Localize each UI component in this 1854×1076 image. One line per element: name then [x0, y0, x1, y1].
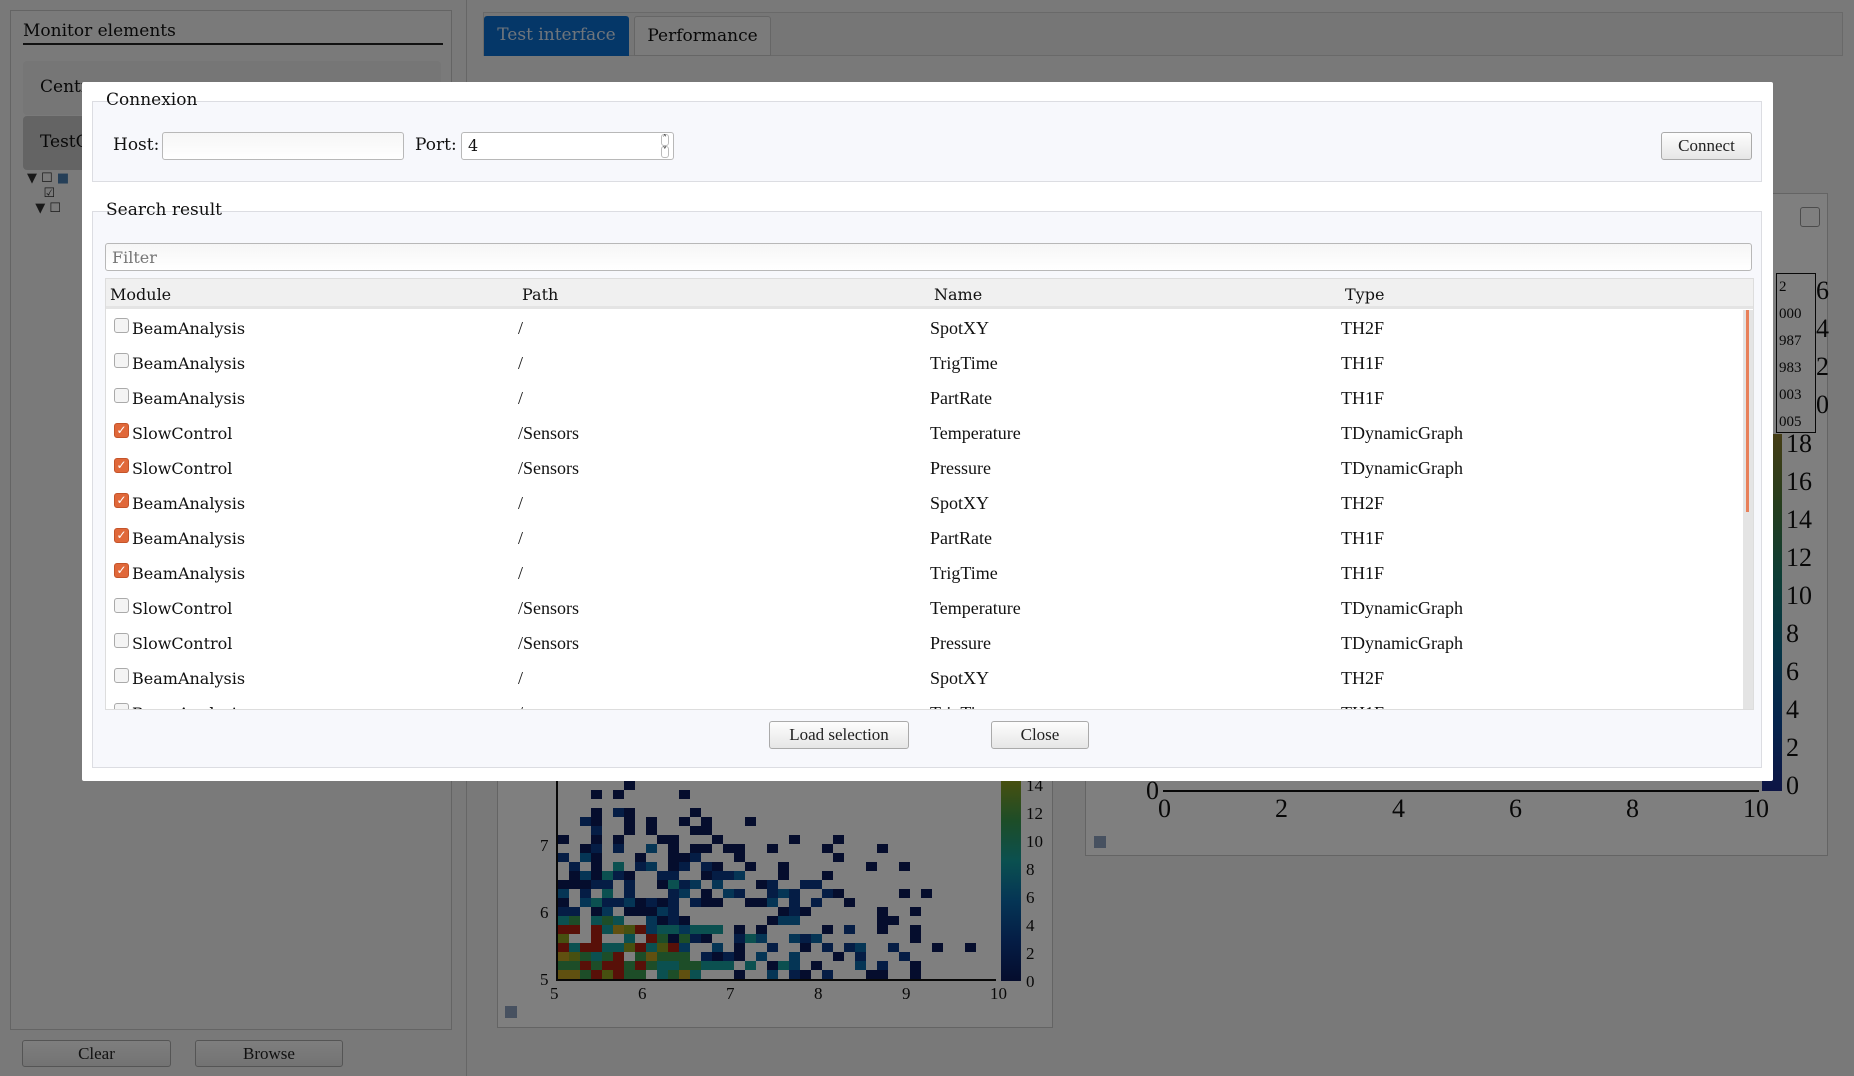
row-checkbox[interactable] — [114, 703, 129, 709]
table-row[interactable]: ✓ BeamAnalysis / SpotXY TH2F — [106, 485, 1753, 520]
table-row[interactable]: BeamAnalysis / SpotXY TH2F — [106, 660, 1753, 695]
cell-path: / — [518, 668, 524, 688]
table-row[interactable]: ✓ BeamAnalysis / TrigTime TH1F — [106, 555, 1753, 590]
cell-name: TrigTime — [930, 563, 998, 583]
search-result-group: Search result Module Path Name Type Beam… — [92, 200, 1762, 768]
cell-module: BeamAnalysis — [132, 319, 246, 338]
cell-type: TH1F — [1341, 563, 1385, 583]
cell-path: /Sensors — [518, 423, 580, 443]
table-row[interactable]: SlowControl /Sensors Pressure TDynamicGr… — [106, 625, 1753, 660]
cell-name: Temperature — [930, 423, 1021, 443]
cell-module: BeamAnalysis — [132, 704, 245, 709]
filter-input[interactable] — [105, 243, 1752, 271]
row-checkbox[interactable]: ✓ — [114, 423, 129, 438]
cell-name: TrigTime — [930, 353, 998, 373]
cell-path: / — [518, 318, 524, 338]
spin-up-icon[interactable]: ˄ — [660, 134, 669, 146]
spin-down-icon[interactable]: ˅ — [660, 146, 669, 158]
cell-path: / — [518, 563, 524, 583]
cell-type: TH2F — [1341, 668, 1385, 688]
connexion-legend: Connexion — [106, 90, 198, 110]
cell-module: SlowControl — [132, 424, 233, 443]
cell-type: TDynamicGraph — [1341, 633, 1463, 653]
port-spinbox[interactable]: 4 ˄ ˅ — [461, 132, 674, 160]
cell-name: SpotXY — [930, 493, 990, 513]
port-label: Port: — [415, 135, 457, 155]
table-header: Module Path Name Type — [106, 279, 1753, 309]
cell-path: / — [518, 493, 524, 513]
close-button[interactable]: Close — [991, 721, 1089, 749]
cell-module: BeamAnalysis — [132, 389, 246, 408]
cell-module: BeamAnalysis — [132, 669, 246, 688]
table-row[interactable]: SlowControl /Sensors Temperature TDynami… — [106, 590, 1753, 625]
results-table: Module Path Name Type BeamAnalysis / Spo… — [105, 278, 1754, 710]
cell-type: TH2F — [1341, 493, 1385, 513]
table-row[interactable]: BeamAnalysis / TrigTime TH1F — [106, 695, 1753, 709]
row-checkbox[interactable] — [114, 668, 129, 683]
cell-name: SpotXY — [930, 318, 990, 338]
search-result-legend: Search result — [106, 200, 222, 220]
table-row[interactable]: BeamAnalysis / PartRate TH1F — [106, 380, 1753, 415]
port-value: 4 — [468, 136, 479, 155]
cell-module: BeamAnalysis — [132, 494, 246, 513]
connexion-group: Connexion Host: Port: 4 ˄ ˅ Connect — [92, 90, 1762, 182]
cell-path: / — [518, 388, 524, 408]
cell-path: /Sensors — [518, 458, 580, 478]
row-checkbox[interactable]: ✓ — [114, 493, 129, 508]
cell-path: /Sensors — [518, 633, 580, 653]
row-checkbox[interactable] — [114, 388, 129, 403]
cell-name: PartRate — [930, 388, 992, 408]
cell-name: Pressure — [930, 633, 991, 653]
cell-type: TH1F — [1341, 528, 1385, 548]
cell-module: SlowControl — [132, 634, 233, 653]
table-row[interactable]: ✓ SlowControl /Sensors Pressure TDynamic… — [106, 450, 1753, 485]
cell-name: PartRate — [930, 528, 992, 548]
row-checkbox[interactable] — [114, 598, 129, 613]
cell-module: BeamAnalysis — [132, 354, 246, 373]
cell-type: TH1F — [1341, 388, 1385, 408]
cell-type: TH1F — [1341, 353, 1385, 373]
table-body: BeamAnalysis / SpotXY TH2F BeamAnalysis … — [106, 310, 1736, 709]
row-checkbox[interactable] — [114, 633, 129, 648]
cell-path: /Sensors — [518, 598, 580, 618]
cell-type: TDynamicGraph — [1341, 423, 1463, 443]
cell-path: / — [518, 703, 523, 709]
load-selection-button[interactable]: Load selection — [769, 721, 909, 749]
cell-module: SlowControl — [132, 459, 233, 478]
cell-type: TH1F — [1341, 703, 1384, 709]
scrollbar[interactable] — [1743, 310, 1753, 709]
cell-module: BeamAnalysis — [132, 564, 246, 583]
table-row[interactable]: ✓ SlowControl /Sensors Temperature TDyna… — [106, 415, 1753, 450]
cell-name: Temperature — [930, 598, 1021, 618]
connect-button[interactable]: Connect — [1661, 132, 1752, 160]
cell-name: Pressure — [930, 458, 991, 478]
cell-path: / — [518, 353, 524, 373]
row-checkbox[interactable]: ✓ — [114, 528, 129, 543]
row-checkbox[interactable]: ✓ — [114, 563, 129, 578]
scrollbar-thumb[interactable] — [1746, 310, 1749, 512]
row-checkbox[interactable]: ✓ — [114, 458, 129, 473]
cell-type: TDynamicGraph — [1341, 598, 1463, 618]
table-row[interactable]: ✓ BeamAnalysis / PartRate TH1F — [106, 520, 1753, 555]
column-header-type[interactable]: Type — [1345, 285, 1384, 304]
column-header-path[interactable]: Path — [522, 285, 558, 304]
cell-module: SlowControl — [132, 599, 233, 618]
cell-module: BeamAnalysis — [132, 529, 246, 548]
table-row[interactable]: BeamAnalysis / SpotXY TH2F — [106, 310, 1753, 345]
cell-path: / — [518, 528, 524, 548]
cell-name: SpotXY — [930, 668, 990, 688]
host-label: Host: — [113, 135, 160, 155]
column-header-module[interactable]: Module — [110, 285, 171, 304]
row-checkbox[interactable] — [114, 353, 129, 368]
host-input[interactable] — [162, 132, 404, 160]
table-row[interactable]: BeamAnalysis / TrigTime TH1F — [106, 345, 1753, 380]
browse-dialog: Connexion Host: Port: 4 ˄ ˅ Connect Sear… — [82, 82, 1773, 781]
row-checkbox[interactable] — [114, 318, 129, 333]
cell-type: TH2F — [1341, 318, 1385, 338]
cell-type: TDynamicGraph — [1341, 458, 1463, 478]
cell-name: TrigTime — [930, 703, 998, 709]
column-header-name[interactable]: Name — [934, 285, 982, 304]
